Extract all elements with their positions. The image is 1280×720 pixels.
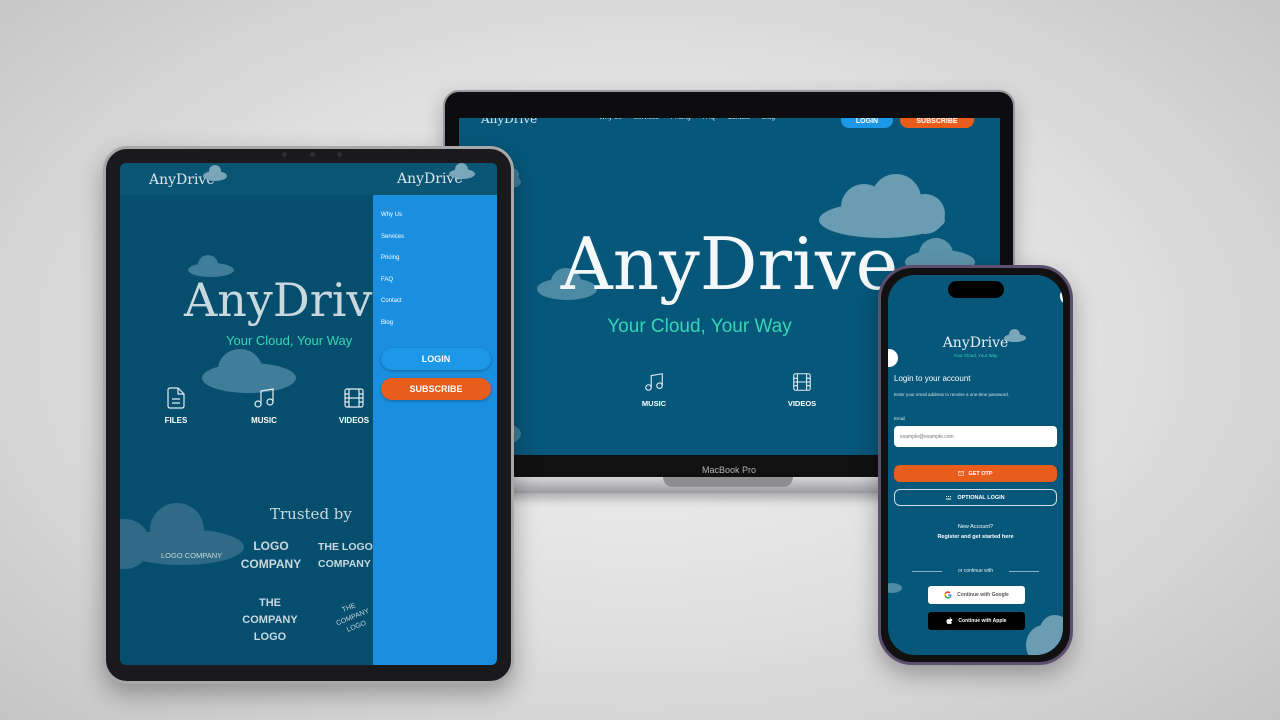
new-account-text: New Account? [957, 524, 994, 530]
login-title: Login to your account [894, 374, 971, 383]
apple-login-button[interactable]: Continue with Apple [928, 612, 1025, 630]
phone-screen: AnyDrive Your Cloud, Your Way Login to y… [888, 275, 1063, 655]
nav-services[interactable]: Services [634, 118, 659, 121]
apple-icon [946, 617, 954, 625]
optional-login-button[interactable]: OPTIONAL LOGIN [894, 489, 1057, 506]
register-link[interactable]: Register and get started here [888, 534, 1063, 540]
get-otp-label: GET OTP [968, 470, 993, 477]
phone-tagline: Your Cloud, Your Way [953, 353, 998, 358]
continue-with-text: or continue with [942, 566, 1009, 576]
feature-videos[interactable]: VIDEOS [336, 385, 372, 425]
nav-contact[interactable]: Contact [728, 118, 750, 121]
sidebar-item-contact[interactable]: Contact [381, 291, 404, 313]
sidebar-menu: AnyDrive Why Us Services Pricing FAQ Con… [373, 163, 497, 665]
hero-tagline: Your Cloud, Your Way [226, 333, 353, 348]
login-subtitle: Enter your email address to receive a on… [894, 392, 1010, 397]
music-icon [645, 373, 663, 391]
feature-files[interactable]: FILES [158, 385, 194, 425]
sidebar-item-faq[interactable]: FAQ [381, 270, 404, 292]
trusted-logo: LOGO COMPANY [161, 551, 223, 560]
laptop-notch [663, 477, 793, 487]
cloud-decoration [888, 349, 898, 367]
tablet-sensors [282, 152, 342, 158]
nav-why-us[interactable]: Why Us [599, 118, 622, 121]
file-icon [167, 387, 185, 409]
optional-login-label: OPTIONAL LOGIN [957, 494, 1005, 501]
subscribe-button[interactable]: SUBSCRIBE [900, 118, 974, 128]
feature-label: VIDEOS [338, 416, 370, 425]
music-icon [254, 388, 274, 408]
tablet-device: AnyDrive AnyDrive Your Cloud, Your Way F… [103, 146, 514, 684]
login-button[interactable]: LOGIN [841, 118, 893, 128]
nav-faq[interactable]: FAQ [703, 118, 716, 121]
sidebar-nav: Why Us Services Pricing FAQ Contact Blog [381, 205, 404, 335]
google-login-button[interactable]: Continue with Google [928, 586, 1025, 604]
dynamic-island [948, 281, 1004, 298]
hero-title: AnyDrive [184, 273, 400, 327]
keypad-icon [946, 495, 952, 499]
email-field[interactable] [894, 426, 1057, 447]
laptop-logo[interactable]: AnyDrive [481, 118, 537, 126]
laptop-nav: Why Us Services Pricing FAQ Contact Blog [599, 118, 775, 121]
trusted-title: Trusted by [270, 505, 352, 523]
apple-login-label: Continue with Apple [958, 618, 1007, 624]
login-button[interactable]: LOGIN [381, 348, 491, 370]
feature-label: VIDEOS [787, 399, 817, 408]
phone-device: AnyDrive Your Cloud, Your Way Login to y… [878, 265, 1073, 665]
trusted-logo: THE LOGO COMPANY [318, 541, 373, 570]
hero-tagline: Your Cloud, Your Way [607, 316, 792, 337]
feature-videos[interactable]: VIDEOS [784, 371, 820, 408]
feature-label: MUSIC [641, 399, 667, 408]
feature-music[interactable]: MUSIC [636, 371, 672, 408]
google-icon [944, 591, 952, 599]
video-icon [344, 388, 364, 408]
video-icon [793, 373, 811, 391]
subscribe-button[interactable]: SUBSCRIBE [381, 378, 491, 400]
sidebar-item-blog[interactable]: Blog [381, 313, 404, 335]
feature-label: FILES [164, 416, 188, 425]
feature-music[interactable]: MUSIC [246, 385, 282, 425]
phone-logo: AnyDrive [942, 335, 1009, 351]
nav-pricing[interactable]: Pricing [671, 118, 691, 121]
nav-blog[interactable]: Blog [762, 118, 775, 121]
google-login-label: Continue with Google [957, 592, 1009, 598]
email-label: Email [894, 416, 906, 421]
cloud-decoration [1060, 287, 1063, 305]
trusted-logo: LOGO COMPANY [240, 539, 302, 571]
tablet-screen: AnyDrive AnyDrive Your Cloud, Your Way F… [120, 163, 497, 665]
get-otp-button[interactable]: GET OTP [894, 465, 1057, 482]
sidebar-item-pricing[interactable]: Pricing [381, 248, 404, 270]
mail-icon [958, 471, 965, 476]
sidebar-item-services[interactable]: Services [381, 227, 404, 249]
trusted-logo: THE COMPANY LOGO [242, 597, 298, 643]
feature-label: MUSIC [251, 416, 277, 425]
sidebar-item-why-us[interactable]: Why Us [381, 205, 404, 227]
